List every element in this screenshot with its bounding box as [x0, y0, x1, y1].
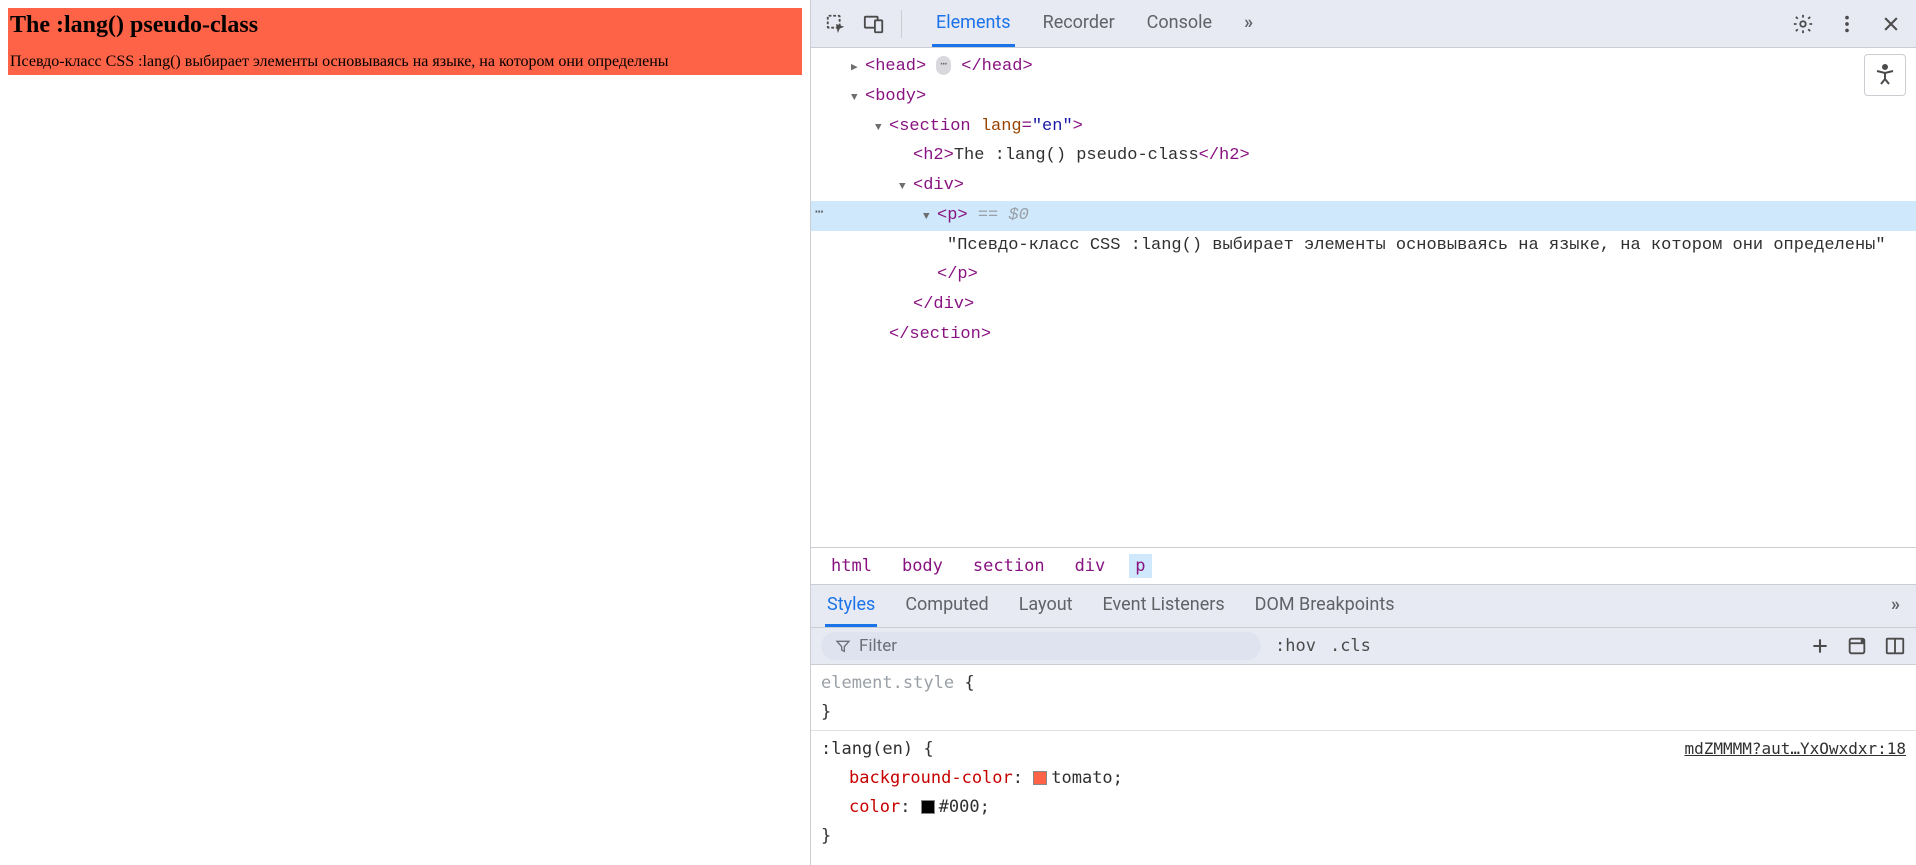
- tabs-overflow[interactable]: »: [1240, 0, 1257, 47]
- subtab-styles[interactable]: Styles: [825, 585, 877, 627]
- color-swatch-tomato[interactable]: [1033, 771, 1047, 785]
- element-style-rule[interactable]: element.style { }: [821, 669, 1906, 727]
- divider: [811, 730, 1916, 731]
- accessibility-icon[interactable]: [1864, 54, 1906, 96]
- subtab-dom-breakpoints[interactable]: DOM Breakpoints: [1253, 585, 1397, 627]
- styles-pane[interactable]: element.style { } mdZMMMM?aut…YxOwxdxr:1…: [811, 665, 1916, 865]
- styles-toolbar: Filter :hov .cls: [811, 628, 1916, 665]
- dom-p-open[interactable]: ⋯ <p> == $0: [811, 201, 1916, 231]
- rule-source-link[interactable]: mdZMMMM?aut…YxOwxdxr:18: [1684, 735, 1906, 762]
- subtab-layout[interactable]: Layout: [1017, 585, 1075, 627]
- devtools-panel: Elements Recorder Console »: [810, 0, 1916, 865]
- crumb-body[interactable]: body: [896, 554, 949, 578]
- devtools-toolbar: Elements Recorder Console »: [811, 0, 1916, 48]
- new-style-rule-icon[interactable]: [1810, 636, 1830, 656]
- dom-p-text[interactable]: "Псевдо-класс CSS :lang() выбирает элеме…: [811, 231, 1916, 261]
- computed-toggle-icon[interactable]: [1884, 635, 1906, 657]
- crumb-html[interactable]: html: [825, 554, 878, 578]
- ellipsis-icon[interactable]: ⋯: [936, 56, 951, 75]
- subtab-event-listeners[interactable]: Event Listeners: [1101, 585, 1227, 627]
- filter-placeholder: Filter: [859, 636, 897, 656]
- dom-body[interactable]: <body>: [811, 82, 1916, 112]
- crumb-section[interactable]: section: [967, 554, 1051, 578]
- demo-section: The :lang() pseudo-class Псевдо-класс CS…: [8, 8, 802, 75]
- styles-subtabs: Styles Computed Layout Event Listeners D…: [811, 584, 1916, 628]
- device-preview-icon[interactable]: [1846, 635, 1868, 657]
- lang-en-rule[interactable]: mdZMMMM?aut…YxOwxdxr:18 :lang(en) { back…: [821, 735, 1906, 851]
- dom-div-close[interactable]: </div>: [811, 290, 1916, 320]
- page-heading: The :lang() pseudo-class: [10, 8, 800, 39]
- rendered-page: The :lang() pseudo-class Псевдо-класс CS…: [0, 0, 810, 865]
- dom-h2[interactable]: <h2>The :lang() pseudo-class</h2>: [811, 141, 1916, 171]
- filter-icon: [835, 638, 851, 654]
- row-actions-icon[interactable]: ⋯: [815, 201, 825, 226]
- hov-toggle[interactable]: :hov: [1275, 636, 1316, 656]
- styles-filter-input[interactable]: Filter: [821, 632, 1261, 660]
- crumb-div[interactable]: div: [1069, 554, 1112, 578]
- cls-toggle[interactable]: .cls: [1330, 636, 1371, 656]
- dom-section-close[interactable]: </section>: [811, 320, 1916, 350]
- dom-section[interactable]: <section lang="en">: [811, 112, 1916, 142]
- divider: [901, 10, 902, 38]
- devtools-top-tabs: Elements Recorder Console »: [932, 0, 1782, 47]
- gear-icon[interactable]: [1786, 7, 1820, 41]
- tab-recorder[interactable]: Recorder: [1039, 0, 1119, 47]
- color-swatch-black[interactable]: [921, 800, 935, 814]
- breadcrumb: html body section div p: [811, 547, 1916, 584]
- dom-div[interactable]: <div>: [811, 171, 1916, 201]
- dom-tree[interactable]: <head> ⋯ </head> <body> <section lang="e…: [811, 48, 1916, 547]
- crumb-p[interactable]: p: [1129, 554, 1151, 578]
- tab-elements[interactable]: Elements: [932, 0, 1015, 47]
- subtabs-overflow[interactable]: »: [1889, 585, 1902, 627]
- close-icon[interactable]: [1874, 7, 1908, 41]
- inspect-icon[interactable]: [819, 7, 853, 41]
- dom-p-close[interactable]: </p>: [811, 260, 1916, 290]
- subtab-computed[interactable]: Computed: [903, 585, 990, 627]
- kebab-icon[interactable]: [1830, 7, 1864, 41]
- page-paragraph: Псевдо-класс CSS :lang() выбирает элемен…: [10, 53, 800, 71]
- device-toggle-icon[interactable]: [857, 7, 891, 41]
- dom-head[interactable]: <head> ⋯ </head>: [811, 52, 1916, 82]
- tab-console[interactable]: Console: [1143, 0, 1216, 47]
